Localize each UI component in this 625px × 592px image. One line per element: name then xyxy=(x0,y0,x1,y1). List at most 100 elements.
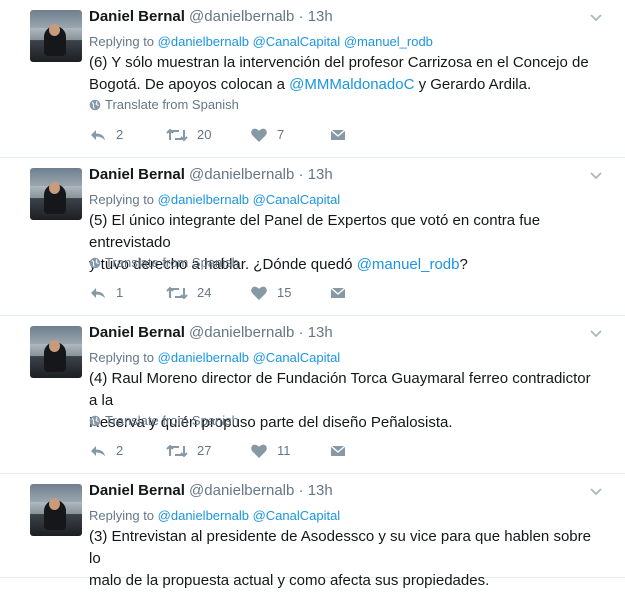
chevron-down-icon[interactable] xyxy=(589,484,607,502)
tweet-text: (3) Entrevistan al presidente de Asodess… xyxy=(89,526,599,592)
author-handle[interactable]: @danielbernalb xyxy=(189,166,294,183)
avatar[interactable] xyxy=(30,168,82,220)
reply-to-handle-link[interactable]: @danielbernalb xyxy=(158,508,249,523)
reply-count: 2 xyxy=(116,443,124,458)
replying-to-label: Replying to xyxy=(89,192,155,207)
translate-link[interactable]: Translate from Spanish xyxy=(89,255,239,270)
like-count: 15 xyxy=(277,285,292,300)
author-name[interactable]: Daniel Bernal xyxy=(89,8,185,25)
tweet-header: Daniel Bernal @danielbernalb · 13h xyxy=(89,166,333,183)
author-handle[interactable]: @danielbernalb xyxy=(189,324,294,341)
timestamp[interactable]: 13h xyxy=(308,482,333,499)
tweet[interactable]: Daniel Bernal @danielbernalb · 13h Replyi… xyxy=(0,316,625,474)
chevron-down-icon[interactable] xyxy=(589,326,607,344)
replying-to: Replying to @danielbernalb @CanalCapital xyxy=(89,350,340,365)
retweet-icon xyxy=(166,443,197,458)
reply-to-handle-link[interactable]: @danielbernalb xyxy=(158,350,249,365)
reply-to-handle-link[interactable]: @CanalCapital xyxy=(253,34,341,49)
tweet-header: Daniel Bernal @danielbernalb · 13h xyxy=(89,482,333,499)
tweet-text: (6) Y sólo muestran la intervención del … xyxy=(89,52,599,96)
replying-to-label: Replying to xyxy=(89,34,155,49)
separator-dot: · xyxy=(298,324,304,341)
reply-icon xyxy=(89,285,116,300)
reply-button[interactable]: 2 xyxy=(89,443,123,459)
translate-link[interactable]: Translate from Spanish xyxy=(89,97,239,112)
chevron-down-icon[interactable] xyxy=(589,10,607,28)
reply-to-handle-link[interactable]: @danielbernalb xyxy=(158,34,249,49)
retweet-count: 27 xyxy=(197,443,212,458)
avatar[interactable] xyxy=(30,326,82,378)
retweet-button[interactable]: 27 xyxy=(166,443,211,459)
tweet[interactable]: Daniel Bernal @danielbernalb · 13h Replyi… xyxy=(0,474,625,589)
replying-to: Replying to @danielbernalb @CanalCapital xyxy=(89,508,340,523)
reply-to-handle-link[interactable]: @manuel_rodb xyxy=(344,34,433,49)
tweet-text-segment: Bogotá. De apoyos colocan a xyxy=(89,76,290,93)
tweet[interactable]: Daniel Bernal @danielbernalb · 13h Replyi… xyxy=(0,0,625,158)
separator-dot: · xyxy=(298,8,304,25)
tweet-text-segment: (5) El único integrante del Panel de Exp… xyxy=(89,212,541,251)
tweet-text-segment: malo de la propuesta actual y como afect… xyxy=(89,572,490,589)
envelope-icon xyxy=(329,127,356,142)
envelope-icon xyxy=(329,443,356,458)
author-handle[interactable]: @danielbernalb xyxy=(189,482,294,499)
reply-to-handle-link[interactable]: @CanalCapital xyxy=(253,192,341,207)
reply-button[interactable]: 1 xyxy=(89,285,123,301)
retweet-button[interactable]: 24 xyxy=(166,285,211,301)
retweet-button[interactable]: 20 xyxy=(166,127,211,143)
mention-link[interactable]: @MMMaldonadoC xyxy=(289,76,414,93)
direct-message-button[interactable] xyxy=(329,127,356,143)
like-button[interactable]: 7 xyxy=(250,127,284,143)
heart-icon xyxy=(250,127,277,142)
tweet-header: Daniel Bernal @danielbernalb · 13h xyxy=(89,8,333,25)
retweet-count: 20 xyxy=(197,127,212,142)
heart-icon xyxy=(250,285,277,300)
avatar[interactable] xyxy=(30,484,82,536)
tweet-text-segment: (3) Entrevistan al presidente de Asodess… xyxy=(89,528,591,567)
reply-to-handle-link[interactable]: @CanalCapital xyxy=(253,508,341,523)
translate-label[interactable]: Translate from Spanish xyxy=(105,413,239,428)
like-count: 11 xyxy=(277,443,291,458)
timestamp[interactable]: 13h xyxy=(308,8,333,25)
like-button[interactable]: 15 xyxy=(250,285,291,301)
tweet-text-segment: y Gerardo Ardila. xyxy=(414,76,532,93)
tweet-text-segment: (6) Y sólo muestran la intervención del … xyxy=(89,54,589,71)
reply-to-handle-link[interactable]: @danielbernalb xyxy=(158,192,249,207)
author-name[interactable]: Daniel Bernal xyxy=(89,482,185,499)
author-handle[interactable]: @danielbernalb xyxy=(189,8,294,25)
timestamp[interactable]: 13h xyxy=(308,324,333,341)
separator-dot: · xyxy=(298,482,304,499)
replying-to-label: Replying to xyxy=(89,350,155,365)
globe-icon xyxy=(89,413,105,428)
timestamp[interactable]: 13h xyxy=(308,166,333,183)
globe-icon xyxy=(89,97,105,112)
direct-message-button[interactable] xyxy=(329,285,356,301)
replying-to: Replying to @danielbernalb @CanalCapital xyxy=(89,192,340,207)
envelope-icon xyxy=(329,285,356,300)
avatar[interactable] xyxy=(30,10,82,62)
retweet-icon xyxy=(166,285,197,300)
direct-message-button[interactable] xyxy=(329,443,356,459)
reply-button[interactable]: 2 xyxy=(89,127,123,143)
reply-icon xyxy=(89,127,116,142)
translate-link[interactable]: Translate from Spanish xyxy=(89,413,239,428)
mention-link[interactable]: @manuel_rodb xyxy=(357,256,460,273)
reply-count: 2 xyxy=(116,127,124,142)
tweet-text-segment: (4) Raul Moreno director de Fundación To… xyxy=(89,370,591,409)
heart-icon xyxy=(250,443,277,458)
translate-label[interactable]: Translate from Spanish xyxy=(105,255,239,270)
globe-icon xyxy=(89,255,105,270)
author-name[interactable]: Daniel Bernal xyxy=(89,324,185,341)
replying-to: Replying to @danielbernalb @CanalCapital… xyxy=(89,34,433,49)
translate-label[interactable]: Translate from Spanish xyxy=(105,97,239,112)
like-count: 7 xyxy=(277,127,285,142)
like-button[interactable]: 11 xyxy=(250,443,291,459)
author-name[interactable]: Daniel Bernal xyxy=(89,166,185,183)
chevron-down-icon[interactable] xyxy=(589,168,607,186)
tweet[interactable]: Daniel Bernal @danielbernalb · 13h Replyi… xyxy=(0,158,625,316)
retweet-icon xyxy=(166,127,197,142)
reply-to-handle-link[interactable]: @CanalCapital xyxy=(253,350,341,365)
tweet-text-segment: ? xyxy=(459,256,468,273)
separator-dot: · xyxy=(298,166,304,183)
retweet-count: 24 xyxy=(197,285,212,300)
reply-icon xyxy=(89,443,116,458)
